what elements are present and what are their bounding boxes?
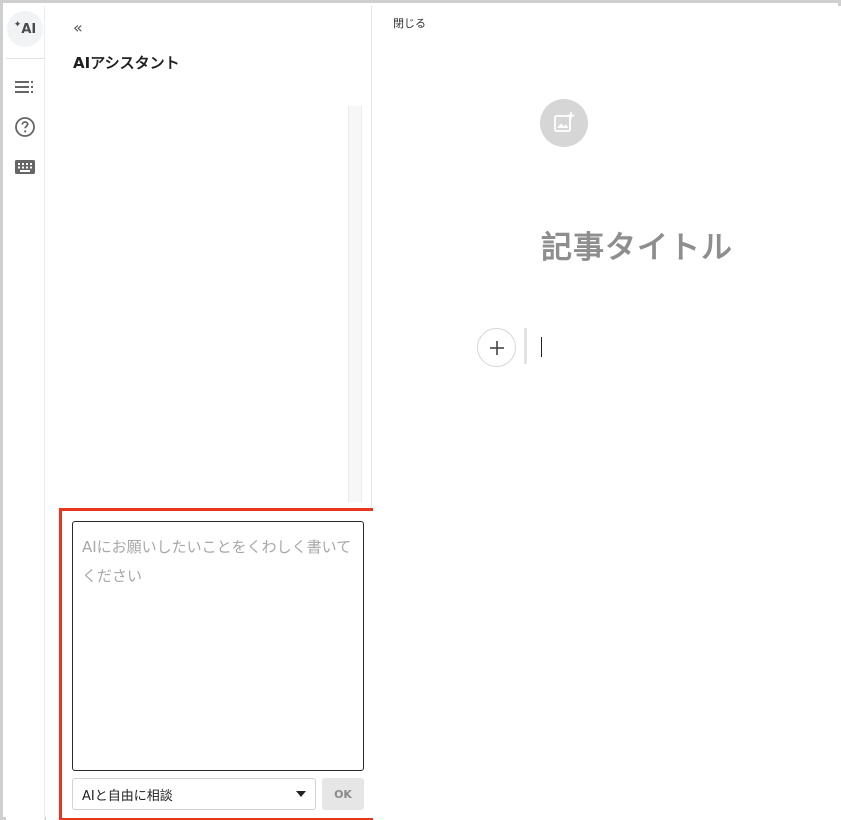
rail-divider (6, 58, 45, 59)
prompt-input-area: AIにお願いしたいことをくわしく書いてください AIと自由に相談 OK (59, 508, 377, 820)
dropdown-caret-icon (296, 791, 306, 797)
mode-select-value: AIと自由に相談 (82, 788, 173, 804)
close-button[interactable]: 閉じる (393, 15, 426, 31)
text-cursor[interactable] (541, 337, 542, 357)
chat-history-area (46, 106, 364, 502)
keyboard-icon[interactable] (14, 156, 36, 178)
sparkle-icon: ✦ (13, 20, 22, 30)
plus-icon[interactable] (477, 328, 516, 367)
icon-rail: ✦ AI (6, 6, 45, 820)
ai-assistant-panel: « AIアシスタント AIにお願いしたいことをくわしく書いてください AIと自由… (46, 6, 377, 820)
block-indicator (524, 328, 527, 364)
help-circle-icon[interactable] (14, 116, 36, 138)
article-title-input[interactable]: 記事タイトル (541, 222, 733, 267)
add-image-icon[interactable] (540, 99, 588, 147)
article-editor: 閉じる 記事タイトル (373, 6, 841, 820)
ok-button[interactable]: OK (322, 778, 364, 810)
double-chevron-left-icon[interactable]: « (73, 18, 83, 37)
ai-assistant-button[interactable]: ✦ AI (7, 11, 43, 47)
chat-scrollbar[interactable] (348, 106, 362, 502)
panel-title: AIアシスタント (73, 54, 180, 72)
app-frame: ✦ AI « AIアシスタント AIにお願いしたいことをくわしく書いてください … (0, 0, 841, 820)
mode-select[interactable]: AIと自由に相談 (72, 778, 316, 810)
ai-assistant-label: AI (21, 21, 37, 37)
outline-list-icon[interactable] (14, 76, 36, 98)
prompt-textarea[interactable]: AIにお願いしたいことをくわしく書いてください (72, 521, 364, 771)
